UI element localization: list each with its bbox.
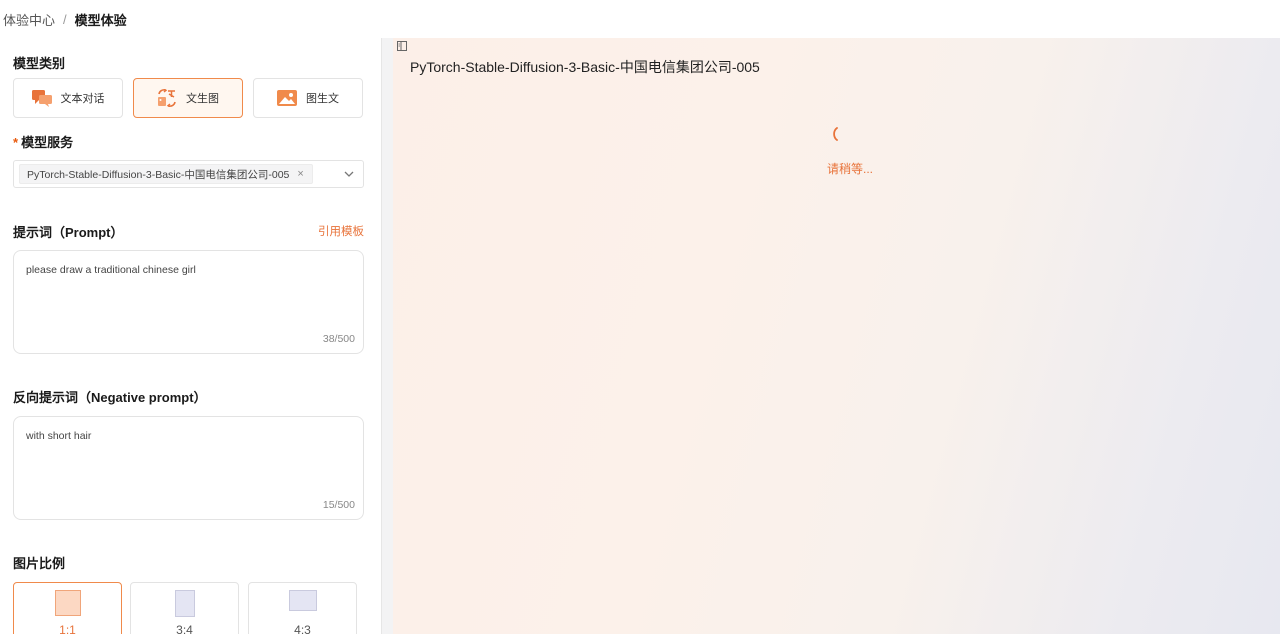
model-type-title: 模型类别 bbox=[13, 56, 66, 71]
landscape-ratio-icon bbox=[288, 590, 317, 611]
ratio-label: 1:1 bbox=[59, 623, 76, 634]
ratio-3-4-button[interactable]: 3:4 bbox=[130, 582, 239, 634]
negative-prompt-textarea[interactable]: with short hair 15/500 bbox=[13, 416, 364, 520]
model-type-image-to-text-button[interactable]: 图生文 bbox=[253, 78, 363, 118]
model-service-title: * 模型服务 bbox=[13, 132, 73, 151]
close-icon[interactable]: × bbox=[297, 168, 303, 180]
result-panel: PyTorch-Stable-Diffusion-3-Basic-中国电信集团公… bbox=[393, 38, 1280, 634]
model-type-label: 图生文 bbox=[306, 93, 339, 105]
required-mark: * bbox=[13, 135, 19, 150]
selected-service-tag: PyTorch-Stable-Diffusion-3-Basic-中国电信集团公… bbox=[19, 164, 313, 184]
loading-text: 请稍等... bbox=[827, 162, 874, 176]
prompt-text: please draw a traditional chinese girl bbox=[26, 264, 196, 276]
negative-prompt-char-count: 15/500 bbox=[322, 499, 355, 511]
ratio-label: 3:4 bbox=[176, 623, 193, 634]
breadcrumb-experience-center[interactable]: 体验中心 bbox=[3, 10, 55, 29]
breadcrumb-current: 模型体验 bbox=[74, 12, 127, 28]
negative-prompt-text: with short hair bbox=[26, 430, 92, 442]
config-panel: 模型类别 文本对话 文生图 图生文 * 模型服务 PyTorch-Stable-… bbox=[0, 38, 381, 634]
panel-divider[interactable] bbox=[381, 38, 393, 634]
selected-service-label: PyTorch-Stable-Diffusion-3-Basic-中国电信集团公… bbox=[27, 168, 290, 181]
use-template-link[interactable]: 引用模板 bbox=[318, 223, 364, 239]
chat-bubbles-icon bbox=[31, 90, 52, 107]
chevron-down-icon[interactable] bbox=[344, 169, 354, 179]
collapse-sidebar-icon[interactable] bbox=[397, 41, 407, 51]
prompt-char-count: 38/500 bbox=[322, 333, 355, 345]
model-type-text-to-image-button[interactable]: 文生图 bbox=[133, 78, 243, 118]
square-ratio-icon bbox=[54, 590, 81, 616]
result-model-title: PyTorch-Stable-Diffusion-3-Basic-中国电信集团公… bbox=[410, 59, 760, 75]
prompt-textarea[interactable]: please draw a traditional chinese girl 3… bbox=[13, 250, 364, 354]
ratio-label: 4:3 bbox=[294, 623, 311, 634]
model-service-label: 模型服务 bbox=[21, 135, 74, 150]
prompt-title: 提示词（Prompt） bbox=[13, 225, 124, 240]
ratio-4-3-button[interactable]: 4:3 bbox=[248, 582, 357, 634]
image-ratio-title: 图片比例 bbox=[13, 556, 66, 571]
breadcrumb: 体验中心 / 模型体验 bbox=[0, 0, 1280, 38]
model-type-label: 文本对话 bbox=[60, 93, 105, 105]
model-service-select[interactable]: PyTorch-Stable-Diffusion-3-Basic-中国电信集团公… bbox=[13, 160, 364, 188]
ratio-1-1-button[interactable]: 1:1 bbox=[13, 582, 122, 634]
loading-spinner-icon bbox=[833, 127, 838, 141]
model-type-text-chat-button[interactable]: 文本对话 bbox=[13, 78, 123, 118]
image-icon bbox=[277, 90, 297, 106]
model-type-label: 文生图 bbox=[186, 93, 219, 105]
portrait-ratio-icon bbox=[174, 590, 195, 617]
negative-prompt-title: 反向提示词（Negative prompt） bbox=[13, 390, 207, 405]
breadcrumb-separator: / bbox=[63, 11, 67, 27]
text-to-image-icon bbox=[158, 89, 176, 107]
